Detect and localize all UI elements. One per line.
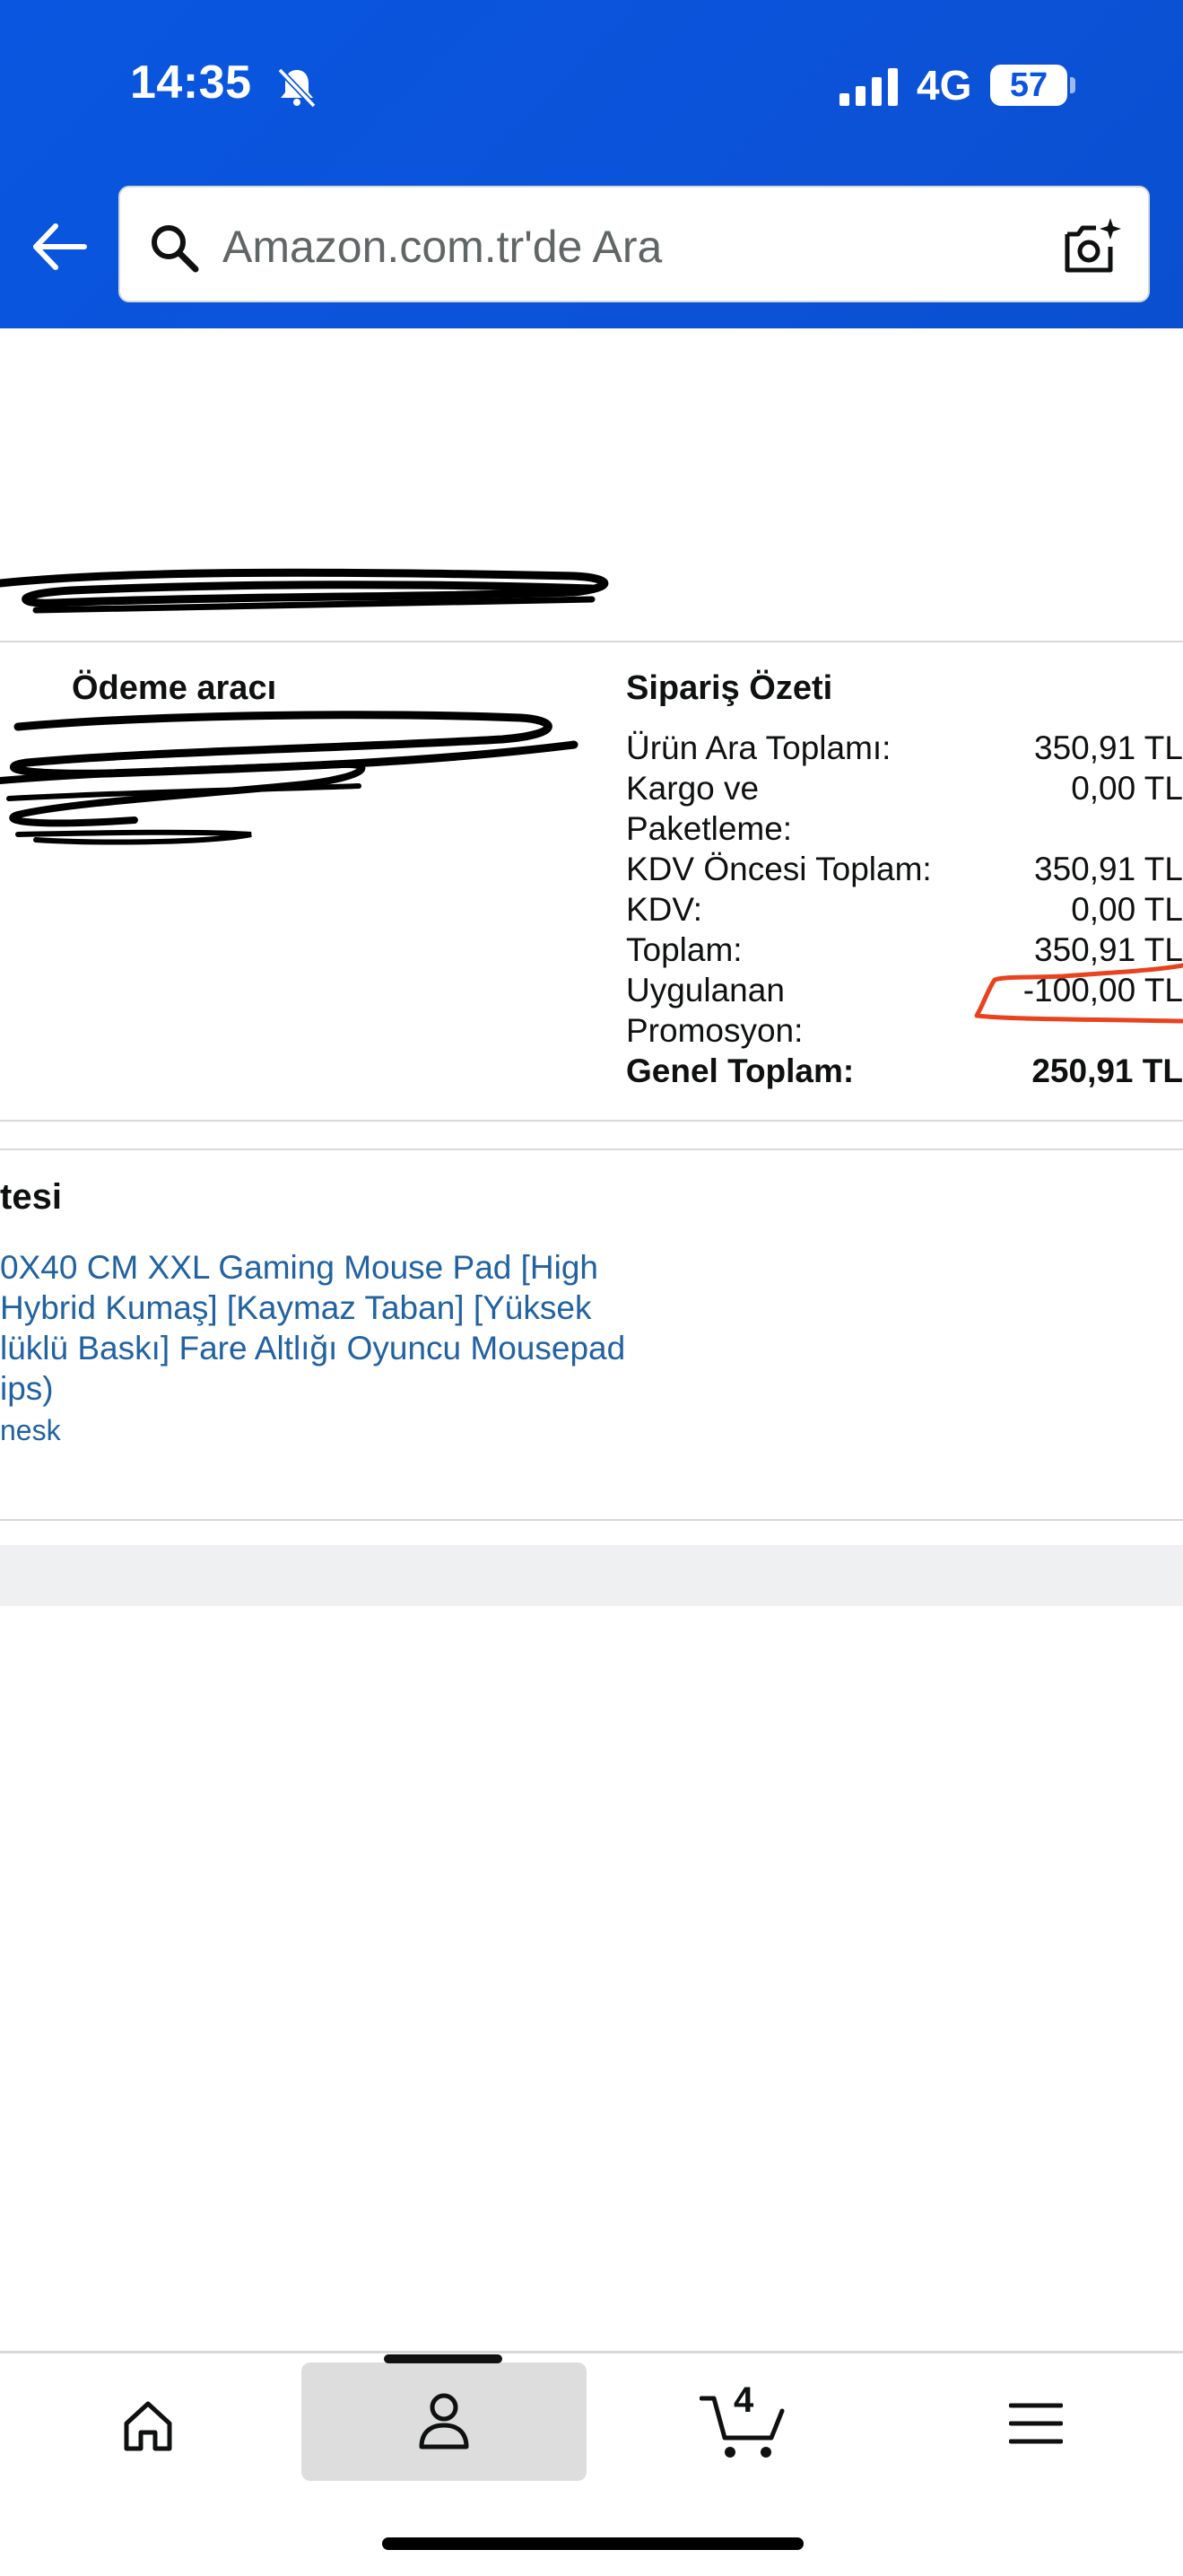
menu-icon: [1009, 2403, 1063, 2444]
product-title-line: ips): [0, 1370, 54, 1407]
nav-cart[interactable]: 4: [682, 2353, 861, 2497]
home-indicator: [382, 2537, 804, 2550]
order-summary-title: Sipariş Özeti: [626, 669, 833, 707]
battery-cap: [1070, 77, 1075, 93]
divider: [0, 641, 1183, 642]
grand-total-value: 250,91 TL: [1031, 1052, 1183, 1089]
product-sub-link[interactable]: nesk: [0, 1414, 61, 1447]
camera-search-icon[interactable]: [1060, 216, 1123, 279]
section-separator: [0, 1545, 1183, 1606]
battery-indicator: 57: [990, 65, 1067, 106]
product-title-line: lüklü Baskı] Fare Altlığı Oyuncu Mousepa…: [0, 1330, 626, 1367]
status-time: 14:35: [130, 57, 252, 109]
bell-muted-icon: [277, 67, 317, 109]
redaction-scribble: [0, 568, 609, 614]
summary-label: KDV:: [626, 891, 702, 928]
divider: [0, 1120, 1183, 1122]
active-tab-indicator: [384, 2354, 502, 2363]
nav-account[interactable]: [301, 2362, 587, 2481]
shipment-title: tesi: [0, 1177, 62, 1217]
nav-home[interactable]: [63, 2353, 233, 2497]
summary-label: Promosyon:: [626, 1012, 804, 1049]
divider: [0, 1519, 1183, 1521]
nav-menu[interactable]: [951, 2353, 1121, 2497]
network-label: 4G: [917, 62, 972, 109]
product-title-line: 0X40 CM XXL Gaming Mouse Pad [High: [0, 1249, 599, 1286]
redaction-scribble: [0, 711, 578, 845]
back-arrow-icon[interactable]: [29, 215, 91, 278]
red-annotation-circle: [974, 963, 1183, 1024]
summary-value: 350,91 TL: [1034, 851, 1183, 887]
summary-label: Uygulanan: [626, 972, 785, 1009]
home-icon: [124, 2401, 172, 2451]
summary-value: 0,00 TL: [1071, 770, 1183, 807]
cart-count-badge: 4: [734, 2380, 754, 2420]
search-icon: [152, 225, 199, 273]
divider: [0, 1148, 1183, 1150]
product-title-line: Hybrid Kumaş] [Kaymaz Taban] [Yüksek: [0, 1289, 592, 1326]
account-icon: [419, 2393, 469, 2449]
summary-label: KDV Öncesi Toplam:: [626, 851, 932, 887]
summary-label: Paketleme:: [626, 810, 793, 847]
summary-label: Kargo ve: [626, 770, 760, 807]
search-bar[interactable]: [118, 186, 1150, 302]
signal-icon: [839, 68, 898, 106]
search-input[interactable]: [221, 205, 1031, 288]
summary-label: Ürün Ara Toplamı:: [626, 729, 892, 766]
payment-method-title: Ödeme aracı: [72, 669, 277, 707]
grand-total-label: Genel Toplam:: [626, 1052, 855, 1089]
summary-label: Toplam:: [626, 931, 743, 968]
summary-value: 350,91 TL: [1034, 729, 1183, 766]
summary-value: 0,00 TL: [1071, 891, 1183, 928]
product-link[interactable]: 0X40 CM XXL Gaming Mouse Pad [High Hybri…: [0, 1247, 682, 1409]
app-header: 14:35 4G 57: [0, 0, 1183, 328]
